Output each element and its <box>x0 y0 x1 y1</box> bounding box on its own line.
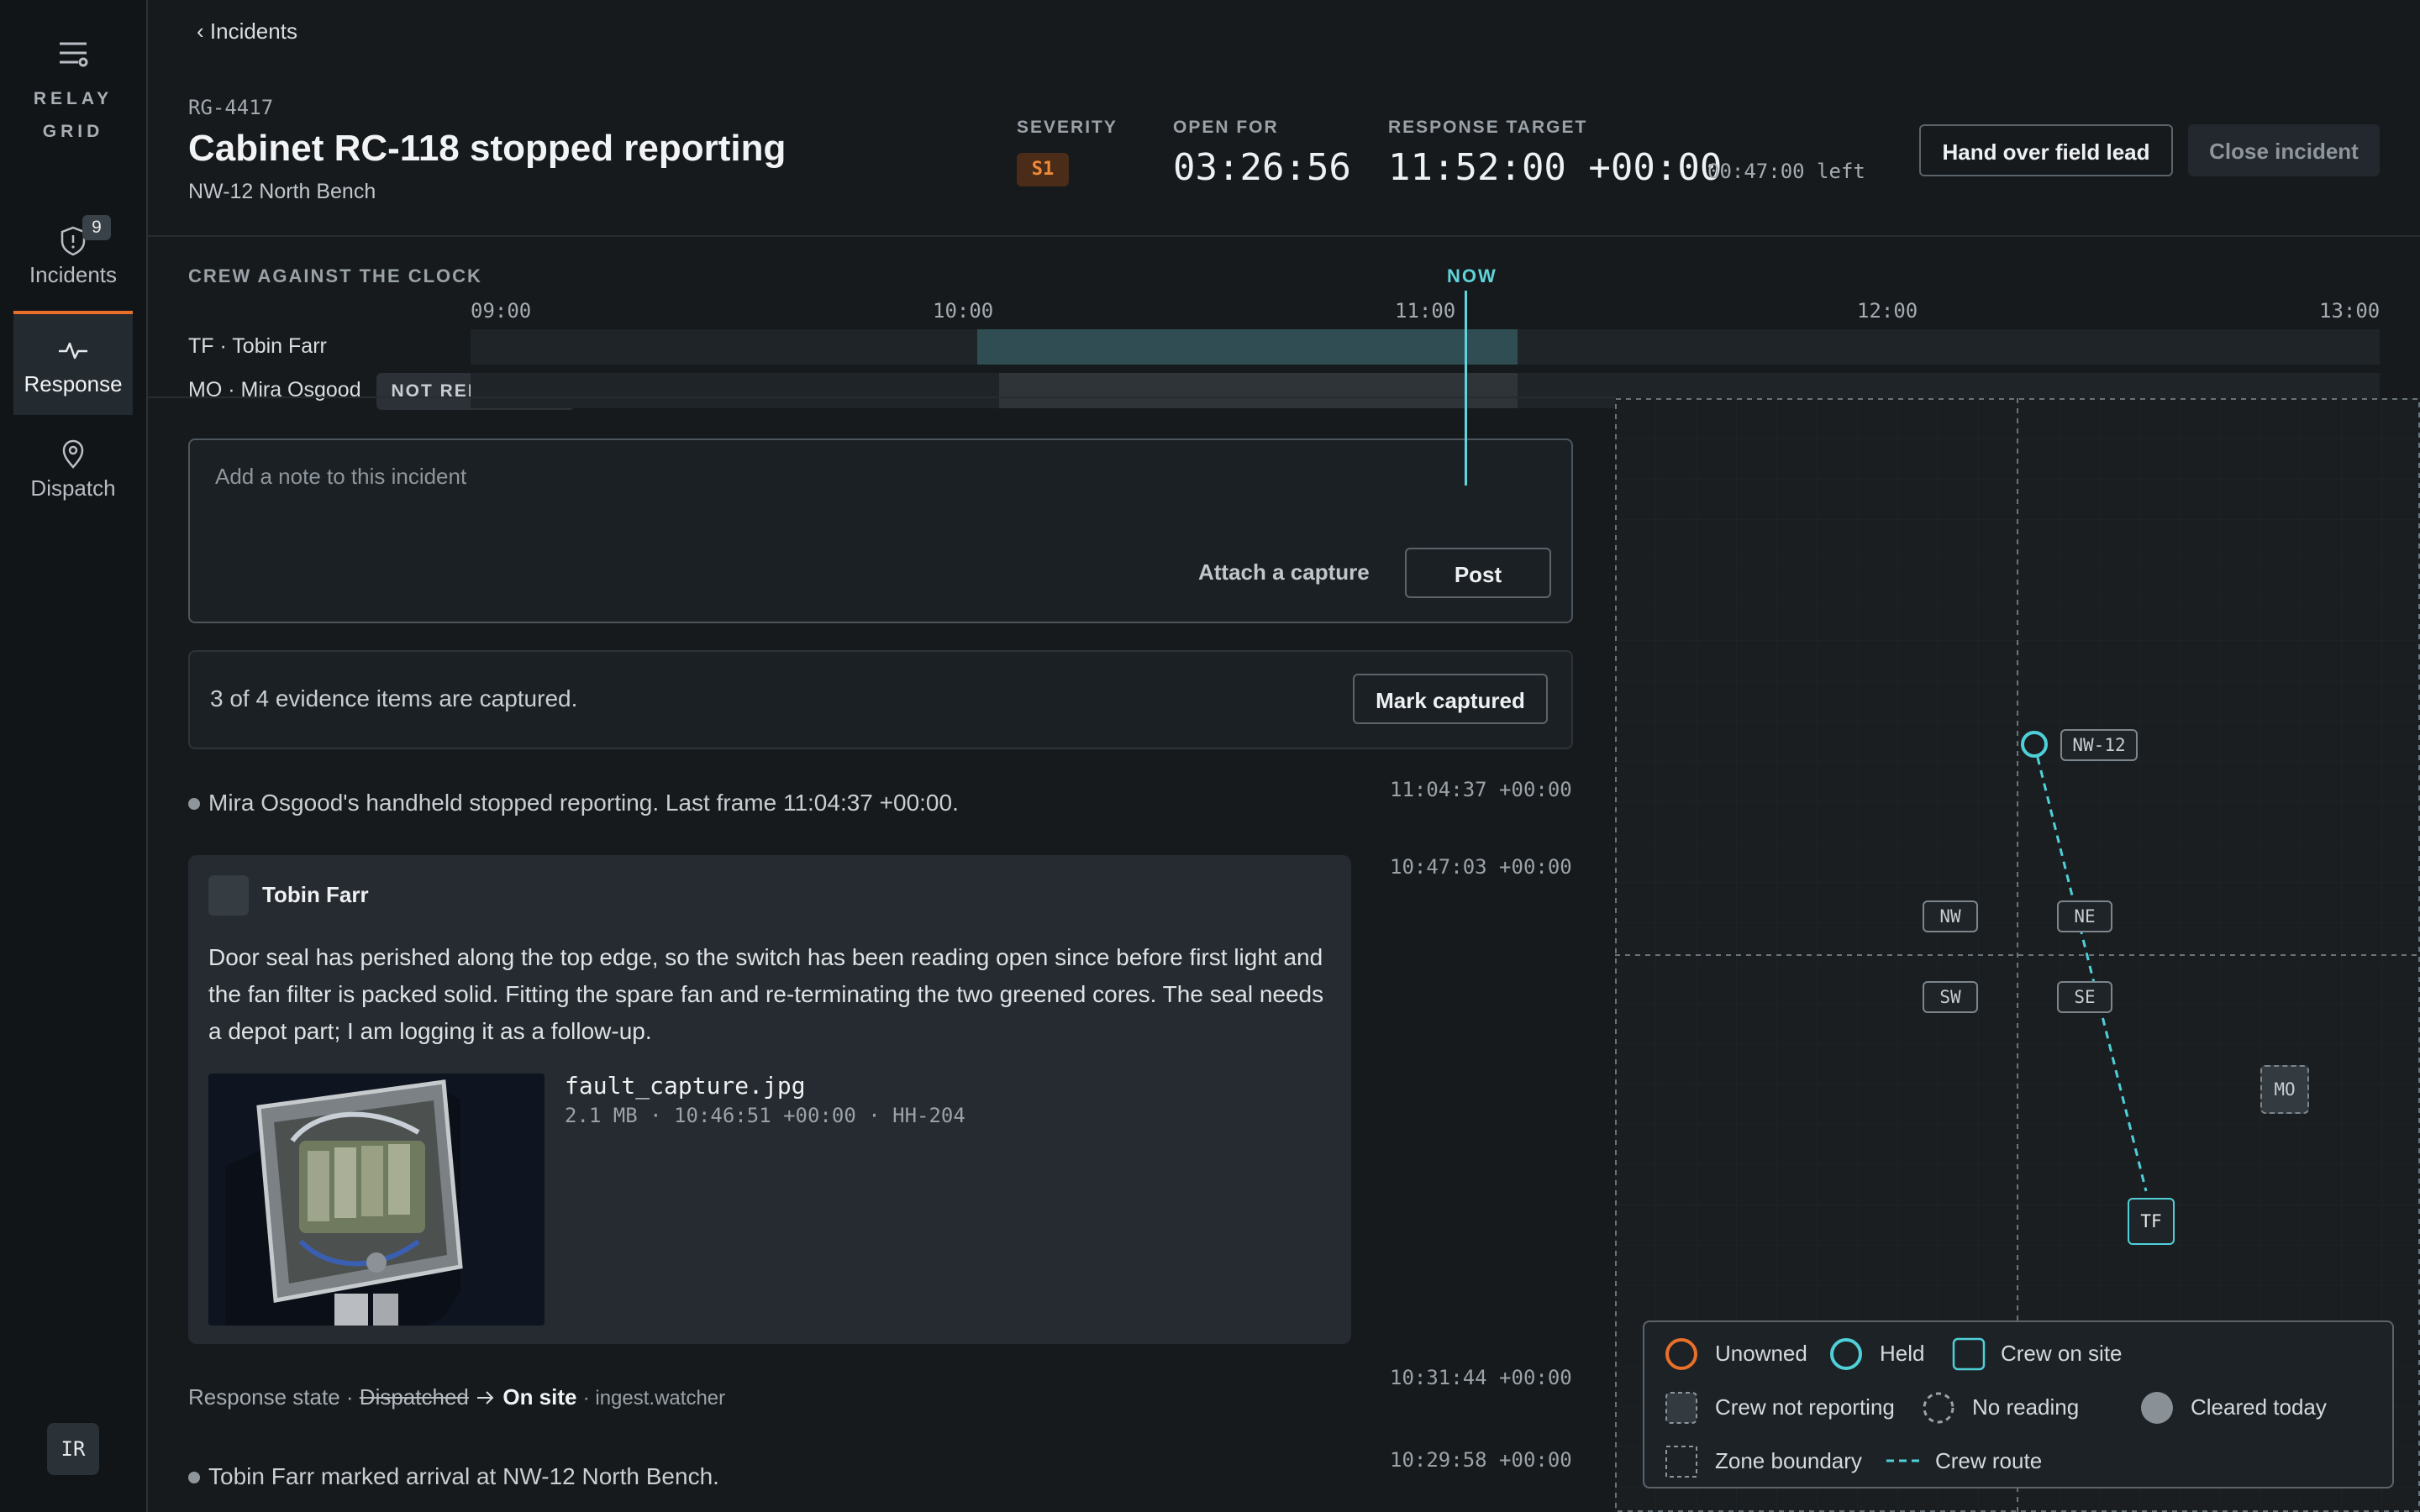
severity-label: SEVERITY <box>1017 118 1118 137</box>
map-legend: Unowned Held Crew on site Crew not repor… <box>1643 1320 2394 1488</box>
author-avatar <box>208 875 249 916</box>
feed-timestamp: 10:47:03 +00:00 <box>1390 855 1572 879</box>
timeline-tick: 13:00 <box>2319 299 2381 323</box>
incident-location: NW-12 North Bench <box>188 180 376 203</box>
note-composer: Attach a capture Post <box>188 438 1573 623</box>
capture-filename[interactable]: fault_capture.jpg <box>565 1072 806 1100</box>
site-label-nw12[interactable]: NW-12 <box>2060 729 2138 761</box>
incident-id: RG-4417 <box>188 96 274 119</box>
zone-label-nw: NW <box>1923 900 1978 932</box>
arrow-right-icon <box>477 1391 494 1404</box>
severity-badge: S1 <box>1017 153 1069 186</box>
evidence-status-card: 3 of 4 evidence items are captured. Mark… <box>188 650 1573 749</box>
legend-crew-route: Crew route <box>1935 1448 2043 1473</box>
event-dot <box>188 798 200 810</box>
timeline-title: CREW AGAINST THE CLOCK <box>188 265 482 286</box>
feed-timestamp: 11:04:37 +00:00 <box>1390 778 1572 801</box>
state-to: On site <box>502 1384 577 1410</box>
timeline-tick: 12:00 <box>1857 299 1918 323</box>
event-dot <box>188 1472 200 1483</box>
menu-icon[interactable] <box>0 37 146 75</box>
crew-marker-mo[interactable]: MO <box>2260 1065 2309 1114</box>
nav-response-label: Response <box>24 371 123 396</box>
nav-item-incidents[interactable]: 9 Incidents <box>13 205 133 306</box>
sidebar: RELAY GRID 9 Incidents Response Dispatch… <box>0 0 148 1512</box>
legend-unowned: Unowned <box>1715 1341 1807 1366</box>
crew-row-label-tf: TF · Tobin Farr <box>188 334 327 358</box>
evidence-status-text: 3 of 4 evidence items are captured. <box>210 685 578 711</box>
close-incident-button[interactable]: Close incident <box>2188 124 2380 176</box>
crew-not-reporting-square-icon <box>1665 1392 1697 1424</box>
zone-label-ne: NE <box>2057 900 2112 932</box>
header-divider <box>148 235 2420 237</box>
capture-metadata: 2.1 MB · 10:46:51 +00:00 · HH-204 <box>565 1104 965 1127</box>
state-change-prefix: Response state · <box>188 1384 354 1410</box>
incidents-count-badge: 9 <box>82 215 111 240</box>
timeline-divider <box>148 396 1615 398</box>
unowned-circle-icon <box>1665 1338 1697 1370</box>
field-note-card: Tobin Farr Door seal has perished along … <box>188 855 1351 1344</box>
back-to-incidents-link[interactable]: ‹ Incidents <box>197 18 297 45</box>
state-from: Dispatched <box>359 1384 469 1410</box>
crew-shift-bar-tf[interactable] <box>976 329 1518 365</box>
response-target-label: RESPONSE TARGET <box>1388 118 1588 137</box>
timeline-tick: 09:00 <box>471 299 532 323</box>
post-body: Door seal has perished along the top edg… <box>208 944 1324 1044</box>
crew-marker-tf[interactable]: TF <box>2128 1198 2175 1245</box>
page-title: Cabinet RC-118 stopped reporting <box>188 128 786 169</box>
crew-shift-bar-mo[interactable] <box>998 373 1518 408</box>
response-target-time: 11:52:00 +00:00 <box>1388 146 1723 189</box>
nav-item-response[interactable]: Response <box>13 311 133 415</box>
now-marker-line <box>1465 291 1467 486</box>
held-circle-icon <box>1830 1338 1862 1370</box>
timeline-tick: 10:00 <box>933 299 994 323</box>
zone-boundary-icon <box>1665 1446 1697 1478</box>
state-change-event: Response state · Dispatched On site · in… <box>188 1384 725 1410</box>
feed-timestamp: 10:29:58 +00:00 <box>1390 1448 1572 1472</box>
time-remaining: 00:47:00 left <box>1707 160 1865 183</box>
hand-over-field-lead-button[interactable]: Hand over field lead <box>1919 124 2173 176</box>
legend-crew-not-reporting: Crew not reporting <box>1715 1394 1895 1420</box>
attach-capture-button[interactable]: Attach a capture <box>1198 559 1370 585</box>
nav-item-dispatch[interactable]: Dispatch <box>13 418 133 519</box>
legend-crew-on-site: Crew on site <box>2001 1341 2123 1366</box>
crew-on-site-square-icon <box>1952 1337 1986 1371</box>
crew-route-line-icon <box>1886 1459 1920 1462</box>
user-avatar[interactable]: IR <box>47 1423 99 1475</box>
pulse-icon <box>59 342 87 360</box>
nav-incidents-label: Incidents <box>29 262 118 287</box>
legend-cleared-today: Cleared today <box>2191 1394 2327 1420</box>
crew-row-label-mo: MO · Mira Osgood <box>188 378 361 402</box>
nav-dispatch-label: Dispatch <box>30 475 116 501</box>
feed-event-text: Tobin Farr marked arrival at NW-12 North… <box>208 1463 719 1489</box>
now-marker-label: NOW <box>1447 265 1497 286</box>
mark-captured-button[interactable]: Mark captured <box>1353 674 1548 724</box>
brand-wordmark: RELAY GRID <box>33 89 113 141</box>
feed-event-text: Mira Osgood's handheld stopped reporting… <box>208 790 959 816</box>
legend-zone-boundary: Zone boundary <box>1715 1448 1862 1473</box>
map-pin-icon <box>62 439 84 469</box>
zone-label-sw: SW <box>1923 981 1978 1013</box>
post-button[interactable]: Post <box>1405 548 1551 598</box>
legend-no-reading: No reading <box>1972 1394 2080 1420</box>
open-for-label: OPEN FOR <box>1173 118 1279 137</box>
no-reading-circle-icon <box>1923 1392 1954 1424</box>
legend-held: Held <box>1880 1341 1925 1366</box>
state-source: · ingest.watcher <box>582 1387 726 1410</box>
timeline-tick: 11:00 <box>1395 299 1456 323</box>
open-for-timer: 03:26:56 <box>1173 146 1351 189</box>
post-author: Tobin Farr <box>262 882 369 907</box>
zone-map[interactable]: NW-12 NW NE SW SE MO TF Unowned Held Cre… <box>1615 398 2420 1512</box>
cleared-today-dot-icon <box>2141 1392 2173 1424</box>
feed-timestamp: 10:31:44 +00:00 <box>1390 1366 1572 1389</box>
note-input[interactable] <box>213 459 1309 494</box>
capture-thumbnail[interactable] <box>208 1074 544 1326</box>
zone-label-se: SE <box>2057 981 2112 1013</box>
